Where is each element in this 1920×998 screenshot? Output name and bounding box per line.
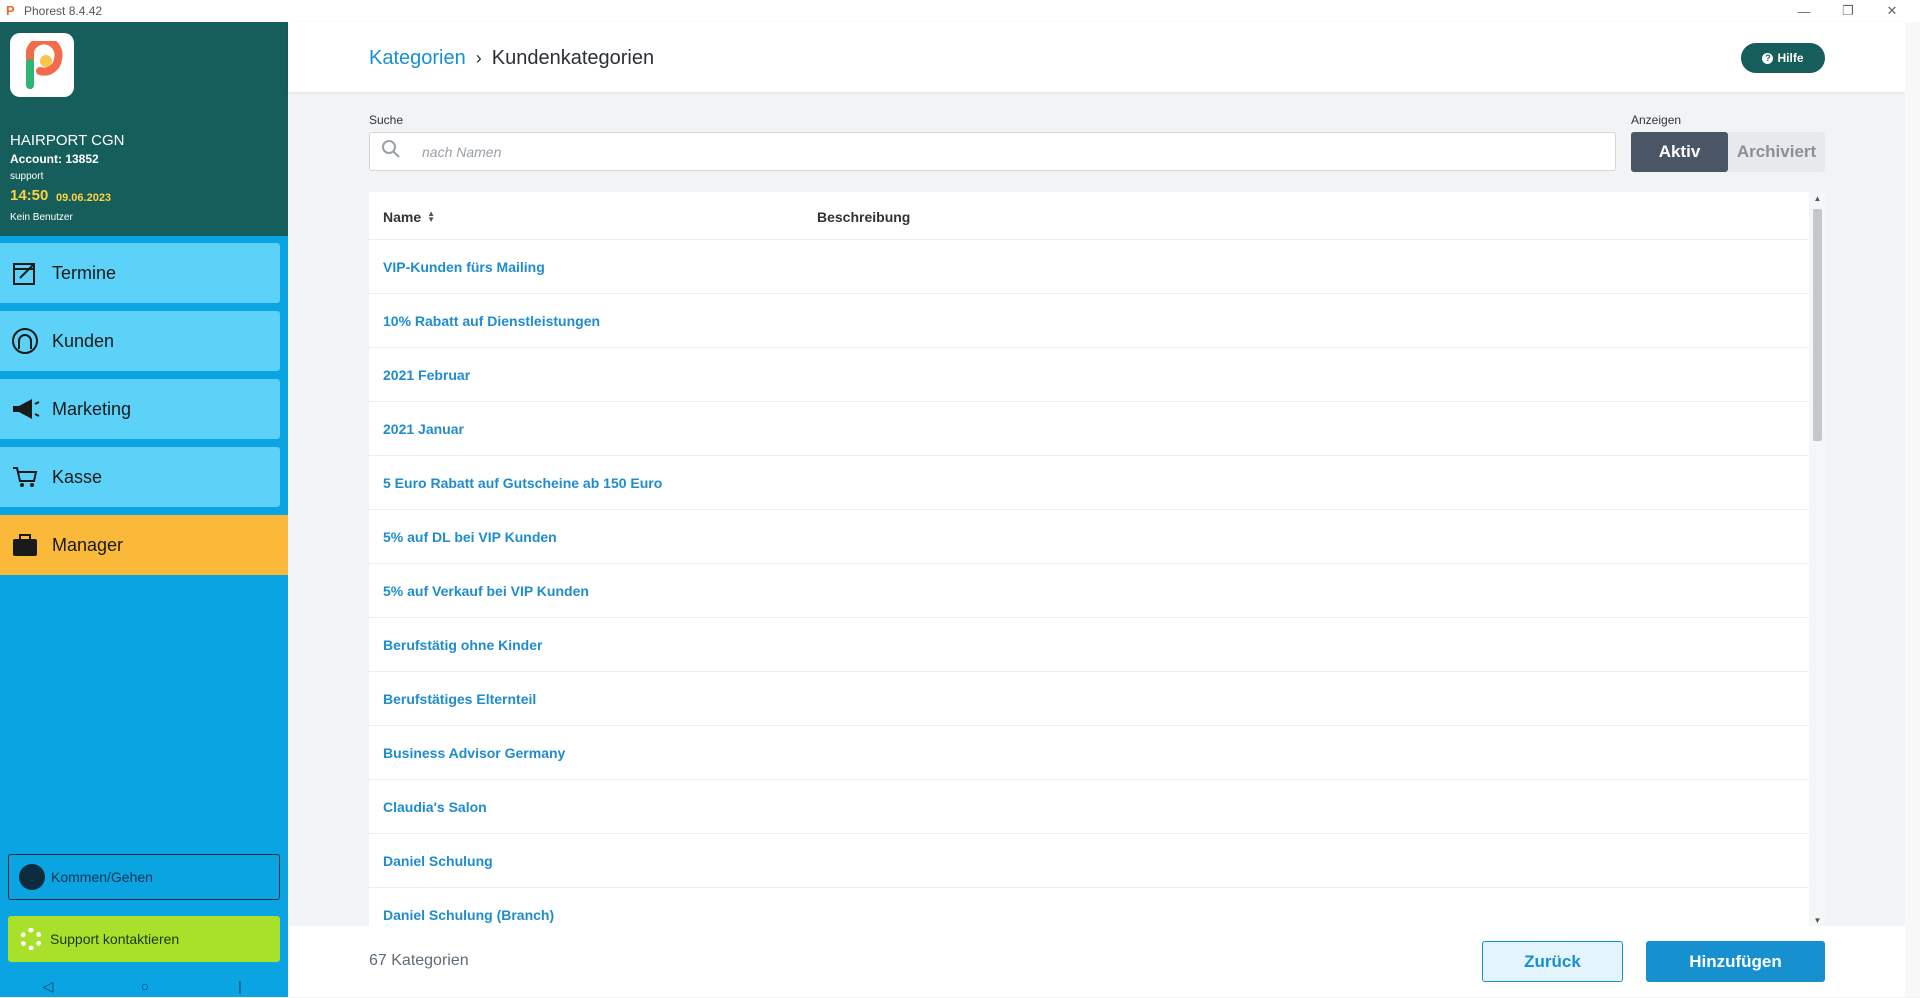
table-row[interactable]: 5 Euro Rabatt auf Gutscheine ab 150 Euro (369, 456, 1809, 510)
account-number: Account: 13852 (10, 152, 99, 166)
table-row[interactable]: Daniel Schulung (Branch) (369, 888, 1809, 927)
cart-icon (10, 462, 40, 492)
nav-manager[interactable]: Manager (0, 515, 288, 575)
page-header: Kategorien › Kundenkategorien ? Hilfe (288, 22, 1905, 92)
restore-button[interactable]: ❐ (1826, 0, 1870, 22)
minimize-button[interactable]: — (1782, 0, 1826, 22)
clock-in-label: Kommen/Gehen (51, 869, 153, 885)
question-icon: ? (1762, 52, 1774, 64)
phorest-logo-icon (10, 33, 74, 97)
scroll-down-icon[interactable]: ▼ (1813, 916, 1822, 925)
categories-table: Name ▲ ▼ Beschreibung VIP-Kunden fürs Mai… (369, 192, 1825, 927)
help-label: Hilfe (1777, 51, 1804, 65)
nav-termine[interactable]: Termine (0, 243, 280, 303)
support-contact-button[interactable]: Support kontaktieren (8, 916, 280, 962)
sidebar: HAIRPORT CGN Account: 13852 support 14:5… (0, 22, 288, 997)
active-archived-toggle: Aktiv Archiviert (1631, 132, 1825, 172)
search-icon (382, 140, 400, 163)
scroll-up-icon[interactable]: ▲ (1813, 194, 1822, 203)
volume-icon[interactable]: ◁ (38, 978, 58, 998)
nav-label: Marketing (52, 398, 132, 419)
page-footer: 67 Kategorien Zurück Hinzufügen (288, 926, 1905, 997)
current-date: 09.06.2023 (56, 192, 112, 204)
salon-name: HAIRPORT CGN (10, 132, 125, 149)
table-row[interactable]: 10% Rabatt auf Dienstleistungen (369, 294, 1809, 348)
table-row[interactable]: 5% auf Verkauf bei VIP Kunden (369, 564, 1809, 618)
back-button[interactable]: Zurück (1482, 941, 1623, 982)
clock-in-button[interactable]: Kommen/Gehen (8, 854, 280, 900)
window-titlebar: P Phorest 8.4.42 — ❐ ✕ (0, 0, 1920, 22)
table-row[interactable]: VIP-Kunden fürs Mailing (369, 240, 1809, 294)
app-mini-logo-icon: P (6, 3, 15, 18)
power-icon[interactable]: | (230, 978, 250, 998)
nav-marketing[interactable]: Marketing (0, 379, 280, 439)
search-input[interactable] (420, 142, 1520, 161)
logged-user: support (10, 171, 44, 182)
search-label: Suche (369, 113, 404, 127)
clock-icon (19, 864, 45, 890)
table-header: Name ▲ ▼ Beschreibung (369, 192, 1809, 240)
nav-kasse[interactable]: Kasse (0, 447, 280, 507)
breadcrumb-categories-link[interactable]: Kategorien (369, 47, 466, 70)
megaphone-icon (10, 394, 40, 424)
help-button[interactable]: ? Hilfe (1741, 43, 1825, 73)
table-row[interactable]: Daniel Schulung (369, 834, 1809, 888)
nav-kunden[interactable]: Kunden (0, 311, 280, 371)
table-row[interactable]: Business Advisor Germany (369, 726, 1809, 780)
page-title: Kundenkategorien (491, 47, 655, 69)
add-button[interactable]: Hinzufügen (1646, 941, 1825, 982)
nav-label: Termine (52, 262, 117, 283)
nav-label: Manager (52, 534, 124, 555)
table-row[interactable]: 2021 Januar (369, 402, 1809, 456)
no-user-label: Kein Benutzer (10, 212, 73, 223)
category-count: 67 Kategorien (369, 952, 469, 969)
calendar-icon (10, 258, 40, 288)
close-window-button[interactable]: ✕ (1870, 0, 1914, 22)
user-icon[interactable]: ○ (135, 978, 155, 998)
table-row[interactable]: 2021 Februar (369, 348, 1809, 402)
lifebuoy-icon (20, 928, 42, 950)
breadcrumb: Kategorien › Kundenkategorien (369, 47, 654, 70)
window-title: Phorest 8.4.42 (24, 4, 103, 18)
sidebar-bottom-toolbar: ◁ ○ | (0, 972, 288, 997)
current-time: 14:50 (10, 187, 49, 204)
column-name-header[interactable]: Name ▲ ▼ (383, 209, 435, 225)
search-field[interactable] (369, 132, 1616, 171)
filter-aktiv-button[interactable]: Aktiv (1631, 132, 1728, 172)
nav-label: Kasse (52, 466, 103, 487)
filter-label: Anzeigen (1631, 113, 1682, 127)
table-row[interactable]: Berufstätig ohne Kinder (369, 618, 1809, 672)
client-icon (10, 326, 40, 356)
filter-archiviert-button[interactable]: Archiviert (1728, 132, 1825, 172)
table-body: VIP-Kunden fürs Mailing 10% Rabatt auf D… (369, 240, 1809, 927)
table-row[interactable]: 5% auf DL bei VIP Kunden (369, 510, 1809, 564)
table-row[interactable]: Claudia's Salon (369, 780, 1809, 834)
sort-icon: ▲ ▼ (427, 209, 436, 224)
scrollbar-thumb[interactable] (1813, 209, 1822, 441)
sidebar-header: HAIRPORT CGN Account: 13852 support 14:5… (0, 22, 288, 236)
nav-label: Kunden (52, 330, 115, 351)
briefcase-icon (10, 530, 40, 560)
window-edge (1905, 22, 1920, 997)
table-scrollbar[interactable]: ▲ ▼ (1809, 192, 1825, 927)
column-description-header: Beschreibung (817, 209, 911, 225)
chevron-right-icon: › (475, 48, 482, 68)
table-row[interactable]: Berufstätiges Elternteil (369, 672, 1809, 726)
support-label: Support kontaktieren (50, 931, 180, 947)
column-name-label: Name (383, 209, 422, 225)
